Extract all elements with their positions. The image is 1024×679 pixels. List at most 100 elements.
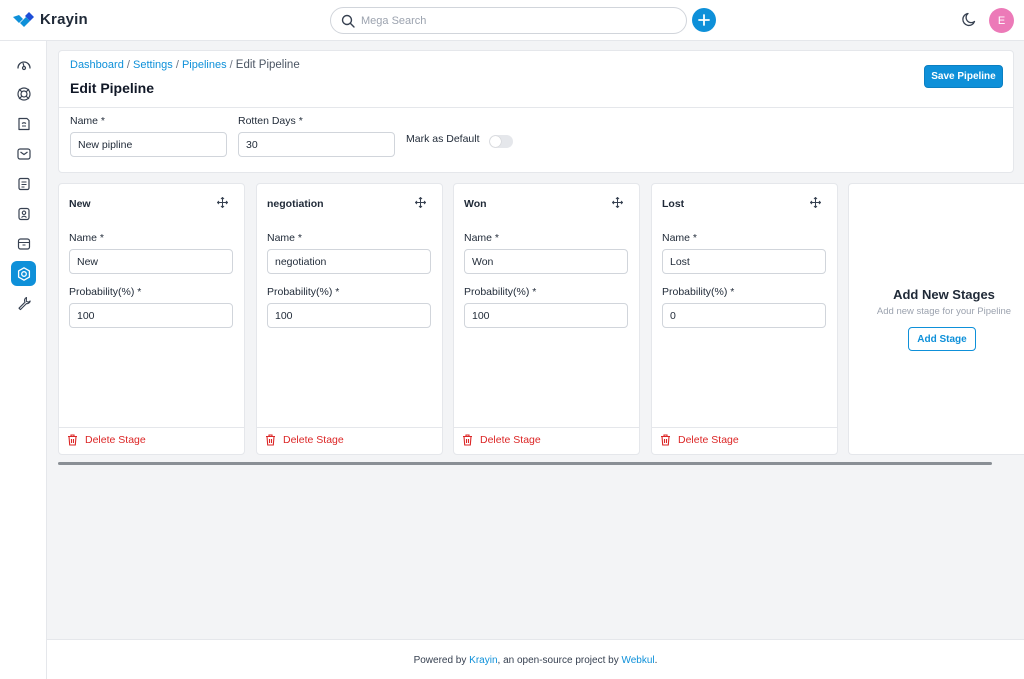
- stage-probability-input[interactable]: [662, 303, 826, 328]
- rotten-days-input[interactable]: [238, 132, 395, 157]
- stage-probability-input[interactable]: [69, 303, 233, 328]
- sidebar-item-leads[interactable]: [11, 81, 36, 106]
- app-logo[interactable]: Krayin: [12, 11, 88, 28]
- sidebar-item-mail[interactable]: [11, 141, 36, 166]
- add-stage-card: Add New Stages Add new stage for your Pi…: [848, 183, 1024, 455]
- footer-webkul-link[interactable]: Webkul: [621, 655, 654, 666]
- stage-card-negotiation: negotiation Name * Probability(%) * Dele…: [256, 183, 443, 455]
- sidebar-item-contacts[interactable]: [11, 201, 36, 226]
- delete-stage-button[interactable]: Delete Stage: [67, 434, 146, 446]
- sidebar-item-quotes[interactable]: [11, 111, 36, 136]
- delete-stage-label: Delete Stage: [283, 434, 344, 446]
- page-footer: Powered by Krayin, an open-source projec…: [47, 639, 1024, 679]
- pipeline-name-input[interactable]: [70, 132, 227, 157]
- breadcrumb-separator: /: [175, 59, 179, 71]
- breadcrumb-pipelines[interactable]: Pipelines: [182, 59, 227, 71]
- search-icon: [341, 14, 355, 28]
- sidebar-item-settings[interactable]: [11, 261, 36, 286]
- stage-title: Won: [464, 198, 487, 210]
- stage-probability-label: Probability(%) *: [69, 286, 142, 298]
- stage-name-input[interactable]: [662, 249, 826, 274]
- stage-card-lost: Lost Name * Probability(%) * Delete Stag…: [651, 183, 838, 455]
- stage-probability-input[interactable]: [267, 303, 431, 328]
- drag-move-icon[interactable]: [612, 197, 623, 208]
- delete-stage-label: Delete Stage: [85, 434, 146, 446]
- stage-name-input[interactable]: [69, 249, 233, 274]
- stage-name-label: Name *: [662, 232, 698, 244]
- moon-icon: [962, 12, 976, 27]
- drag-move-icon[interactable]: [810, 197, 821, 208]
- user-avatar[interactable]: E: [989, 8, 1014, 33]
- stage-title: Lost: [662, 198, 685, 210]
- delete-stage-label: Delete Stage: [480, 434, 541, 446]
- trash-icon: [463, 434, 472, 446]
- stage-name-input[interactable]: [464, 249, 628, 274]
- trash-icon: [68, 434, 77, 446]
- delete-stage-label: Delete Stage: [678, 434, 739, 446]
- stage-name-label: Name *: [464, 232, 500, 244]
- delete-stage-button[interactable]: Delete Stage: [265, 434, 344, 446]
- sidebar-item-activities[interactable]: [11, 171, 36, 196]
- footer-prefix: Powered by: [413, 655, 470, 666]
- breadcrumb-separator: /: [126, 59, 130, 71]
- stage-footer-divider: [257, 427, 442, 428]
- dark-mode-toggle[interactable]: [961, 11, 978, 31]
- breadcrumb-dashboard[interactable]: Dashboard: [70, 59, 124, 71]
- horizontal-scrollbar[interactable]: [58, 462, 992, 465]
- plus-icon: [698, 14, 710, 26]
- products-icon: [17, 237, 30, 250]
- breadcrumb: Dashboard / Settings / Pipelines / Edit …: [70, 59, 300, 71]
- pipeline-header-panel: Dashboard / Settings / Pipelines / Edit …: [58, 50, 1014, 173]
- stage-title: New: [69, 198, 91, 210]
- footer-krayin-link[interactable]: Krayin: [469, 655, 497, 666]
- delete-stage-button[interactable]: Delete Stage: [660, 434, 739, 446]
- avatar-initial: E: [997, 14, 1006, 27]
- quick-create-button[interactable]: [692, 8, 716, 32]
- mark-default-label: Mark as Default: [406, 133, 480, 145]
- mark-default-toggle[interactable]: [489, 135, 513, 148]
- mail-icon: [16, 147, 31, 160]
- mega-search[interactable]: [330, 7, 687, 34]
- stage-name-input[interactable]: [267, 249, 431, 274]
- trash-icon: [266, 434, 275, 446]
- leads-icon: [16, 86, 31, 101]
- breadcrumb-settings[interactable]: Settings: [133, 59, 173, 71]
- breadcrumb-separator: /: [229, 59, 233, 71]
- sidebar-item-products[interactable]: [11, 231, 36, 256]
- stage-card-won: Won Name * Probability(%) * Delete Stage: [453, 183, 640, 455]
- stage-footer-divider: [454, 427, 639, 428]
- stage-probability-label: Probability(%) *: [464, 286, 537, 298]
- sidebar-item-dashboard[interactable]: [11, 52, 36, 77]
- stage-card-new: New Name * Probability(%) * Delete Stage: [58, 183, 245, 455]
- stage-footer-divider: [59, 427, 244, 428]
- sidebar: [0, 41, 47, 679]
- pipeline-name-label: Name *: [70, 115, 106, 127]
- rotten-days-label: Rotten Days *: [238, 115, 303, 127]
- dashboard-icon: [16, 60, 31, 70]
- quotes-icon: [17, 117, 30, 130]
- drag-move-icon[interactable]: [217, 197, 228, 208]
- drag-move-icon[interactable]: [415, 197, 426, 208]
- trash-icon: [661, 434, 670, 446]
- sidebar-item-configuration[interactable]: [11, 290, 36, 315]
- add-stage-button[interactable]: Add Stage: [908, 327, 976, 351]
- footer-middle: , an open-source project by: [497, 655, 622, 666]
- header-divider: [59, 107, 1013, 108]
- stage-name-label: Name *: [69, 232, 105, 244]
- stage-name-label: Name *: [267, 232, 303, 244]
- stage-footer-divider: [652, 427, 837, 428]
- stage-probability-label: Probability(%) *: [267, 286, 340, 298]
- search-input[interactable]: [361, 14, 661, 27]
- activities-icon: [17, 177, 30, 190]
- save-pipeline-button[interactable]: Save Pipeline: [924, 65, 1003, 88]
- stage-title: negotiation: [267, 198, 324, 210]
- stage-probability-input[interactable]: [464, 303, 628, 328]
- stage-probability-label: Probability(%) *: [662, 286, 735, 298]
- wrench-icon: [17, 296, 31, 310]
- app-name: Krayin: [40, 11, 88, 28]
- add-stage-title: Add New Stages: [893, 287, 995, 302]
- krayin-logo-icon: [13, 12, 34, 27]
- settings-icon: [17, 266, 30, 281]
- top-bar: Krayin E: [0, 0, 1024, 41]
- delete-stage-button[interactable]: Delete Stage: [462, 434, 541, 446]
